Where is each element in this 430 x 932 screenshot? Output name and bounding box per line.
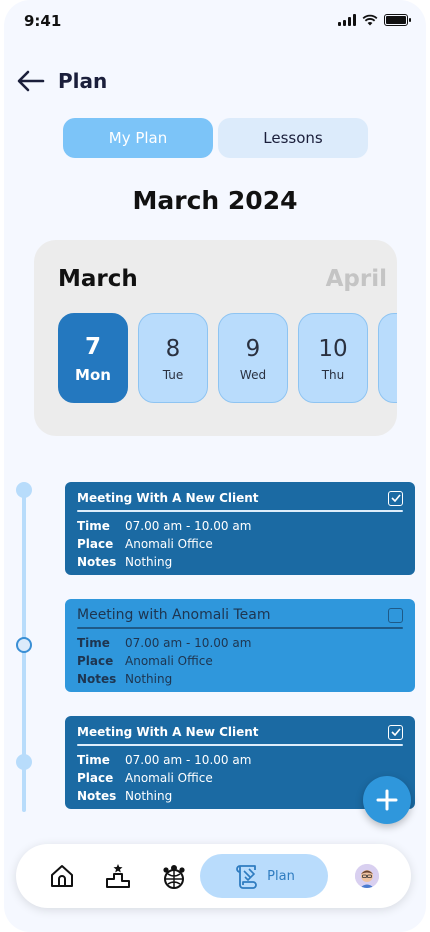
time-value: 07.00 am - 10.00 am [125,753,252,767]
day-item[interactable]: 10 Thu [298,313,368,403]
divider [77,744,403,746]
day-item-partial[interactable] [378,313,397,403]
calendar-card: March April 7 Mon 8 Tue 9 Wed 10 Thu [34,240,397,436]
signal-icon [338,14,356,26]
time-label: Time [77,519,110,533]
place-label: Place [77,537,114,551]
day-number: 10 [318,336,348,362]
calendar-current-month: March [58,266,138,292]
timeline-dot [16,754,32,770]
event-title: Meeting With A New Client [77,491,259,505]
place-label: Place [77,654,114,668]
time-value: 07.00 am - 10.00 am [125,636,252,650]
day-weekday: Thu [321,368,345,382]
tab-lessons[interactable]: Lessons [218,118,368,158]
battery-icon [384,14,411,26]
day-item[interactable]: 9 Wed [218,313,288,403]
status-bar: 9:41 [4,0,426,44]
nav-leaderboard[interactable] [102,860,134,892]
wifi-icon [362,14,378,26]
calendar-next-month[interactable]: April [326,266,387,292]
page-title: Plan [58,69,108,93]
check-icon [390,494,401,502]
event-title: Meeting With A New Client [77,725,259,739]
notes-value: Nothing [125,789,173,803]
avatar[interactable] [355,864,379,888]
event-card[interactable]: Meeting with Anomali Team Time 07.00 am -… [65,599,415,692]
nav-community[interactable] [158,860,190,892]
event-checkbox[interactable] [388,724,403,740]
nav-home[interactable] [46,860,78,892]
event-title: Meeting with Anomali Team [77,607,271,623]
time-label: Time [77,636,110,650]
tab-my-plan[interactable]: My Plan [63,118,213,158]
notes-label: Notes [77,672,117,686]
nav-plan[interactable]: Plan [200,854,328,898]
day-weekday: Mon [75,366,111,384]
add-event-button[interactable] [363,776,411,824]
day-strip[interactable]: 7 Mon 8 Tue 9 Wed 10 Thu [58,313,397,403]
notes-label: Notes [77,789,117,803]
place-label: Place [77,771,114,785]
timeline-dot [16,482,32,498]
check-icon [390,728,401,736]
day-item[interactable]: 8 Tue [138,313,208,403]
timeline-dot-current [16,637,32,653]
home-icon [51,865,73,887]
day-weekday: Wed [239,368,267,382]
time-value: 07.00 am - 10.00 am [125,519,252,533]
divider [77,627,403,629]
month-year-title: March 2024 [132,186,298,215]
status-icons [338,14,411,26]
plus-icon [376,789,398,811]
arrow-left-icon [17,70,45,92]
leaderboard-icon [106,864,130,888]
status-time: 9:41 [24,12,62,30]
app-screen: 9:41 Plan My Plan Lessons March 2024 Mar… [4,0,426,932]
day-number: 9 [245,336,261,362]
event-checkbox[interactable] [388,607,403,623]
place-value: Anomali Office [125,771,213,785]
notes-label: Notes [77,555,117,569]
time-label: Time [77,753,110,767]
divider [77,510,403,512]
avatar-icon [355,864,379,888]
plan-tabs: My Plan Lessons [63,118,368,158]
nav-plan-label: Plan [267,868,295,884]
day-item[interactable]: 7 Mon [58,313,128,403]
day-number: 7 [84,334,101,360]
notes-value: Nothing [125,555,173,569]
header: Plan [16,66,107,96]
plan-icon [236,865,257,889]
notes-value: Nothing [125,672,173,686]
back-button[interactable] [16,66,46,96]
day-number: 8 [165,336,181,362]
community-icon [163,865,185,889]
event-checkbox[interactable] [388,490,403,506]
event-card[interactable]: Meeting With A New Client Time 07.00 am -… [65,482,415,575]
place-value: Anomali Office [125,537,213,551]
bottom-nav: Plan [16,844,411,908]
place-value: Anomali Office [125,654,213,668]
day-weekday: Tue [162,368,184,382]
